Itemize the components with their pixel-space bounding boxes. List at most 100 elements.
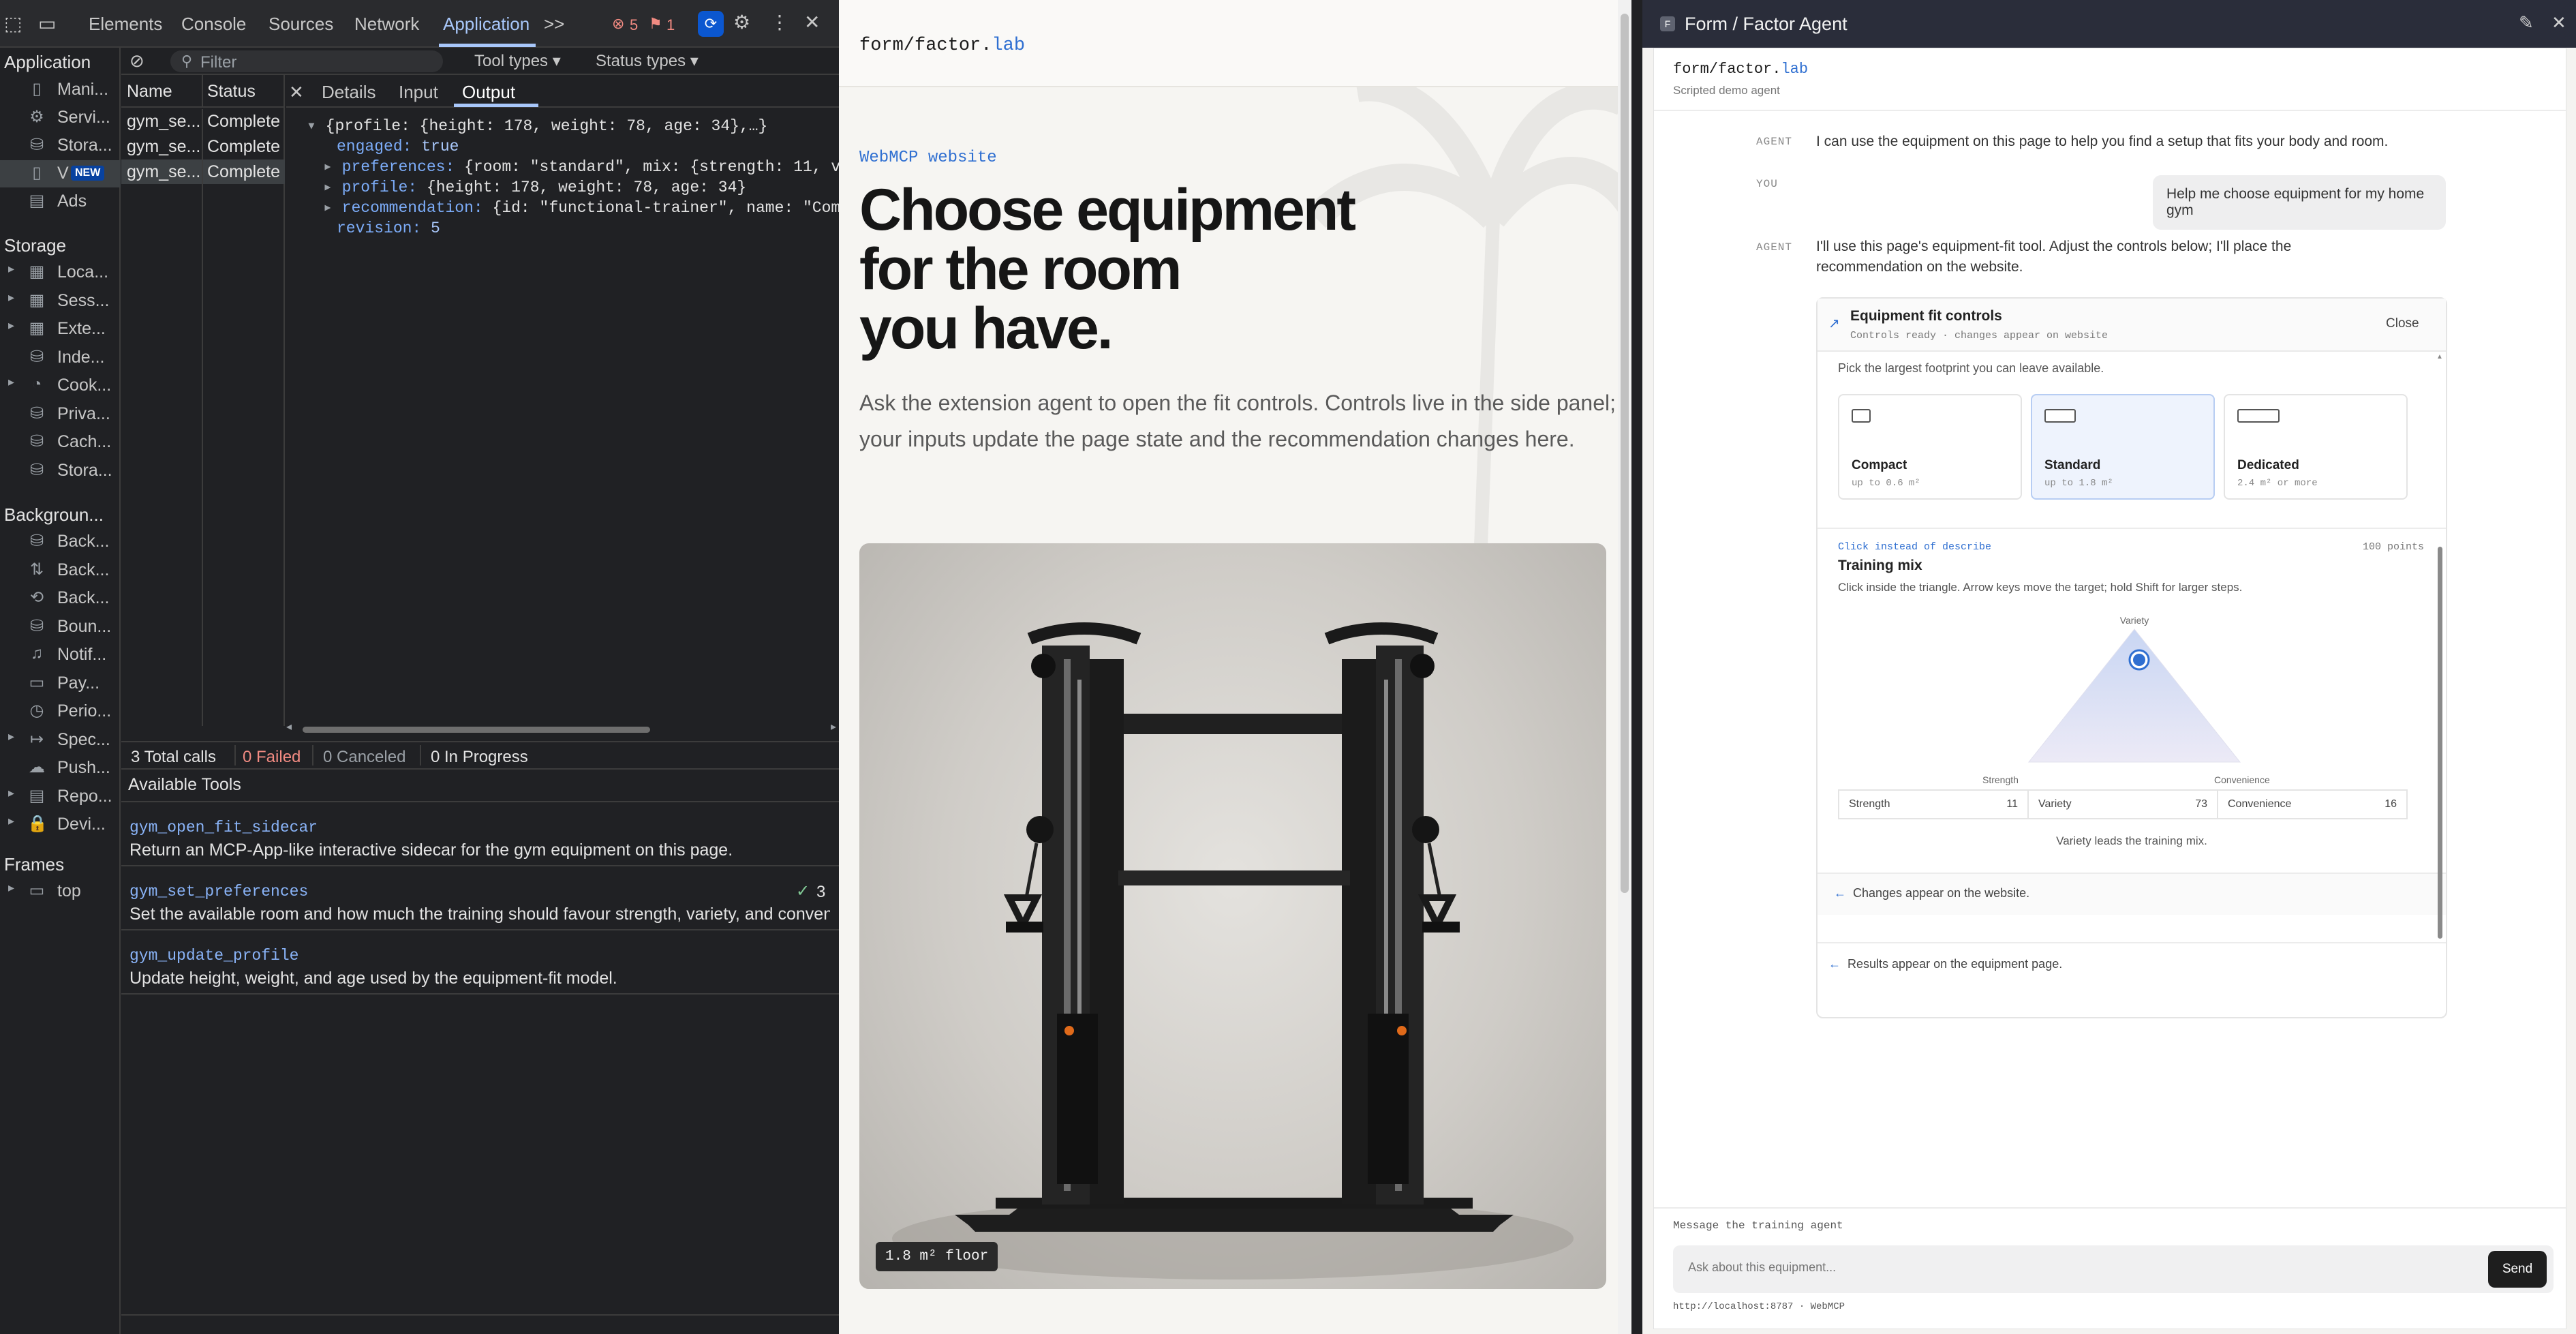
issue-count[interactable]: 1 [666,14,675,37]
sidebar-item-back-forward-cache[interactable]: ⛁ Back... [0,528,121,556]
table-row[interactable]: gym_se... Complete [121,109,285,134]
row-name: gym_se... [127,162,200,181]
sidebar-item-speculative-loads[interactable]: ▸ ↦ Spec... [0,727,121,754]
close-panel-icon[interactable]: ✕ [2551,12,2566,33]
tool-item[interactable]: gym_set_preferences ✓ 3 Set the availabl… [121,868,839,930]
page-scroll-thumb[interactable] [1621,14,1629,893]
tree-recommendation[interactable]: ▸ recommendation: {id: "functional-train… [307,198,906,218]
table-row-selected[interactable]: gym_se... Complete [121,160,285,184]
sidebar-item-session-storage[interactable]: ▸ ▦ Sess... [0,288,121,315]
agent-side-panel: F Form / Factor Agent ✎ ✕ form/factor.la… [1642,0,2576,1334]
inspect-element-icon[interactable]: ⬚ [4,12,22,35]
arrow-left-icon: ← [1834,886,1846,900]
sidebar-item-storage[interactable]: ⛁ Stora... [0,132,121,160]
tree-preferences[interactable]: ▸ preferences: {room: "standard", mix: {… [307,157,906,177]
sidebar-item-manifest[interactable]: ▯ Mani... [0,76,121,104]
expand-arrow-icon[interactable]: ▸ [8,290,14,305]
expand-arrow-icon[interactable]: ▸ [8,375,14,389]
send-button[interactable]: Send [2488,1251,2547,1288]
unpin-icon[interactable]: ✎ [2519,12,2534,33]
tab-details[interactable]: Details [322,80,375,104]
sidebar-item-bounce-tracking[interactable]: ⛁ Boun... [0,613,121,641]
sidebar-item-storage-buckets[interactable]: ⛁ Stora... [0,457,121,485]
settings-gear-icon[interactable]: ⚙ [733,11,750,34]
output-hscrollbar[interactable]: ◂ ▸ [286,721,839,735]
controls-scroll-thumb[interactable] [2438,547,2442,939]
message-input[interactable]: Ask about this equipment... Send [1673,1245,2554,1293]
error-icon[interactable]: ⊗ [612,12,624,35]
tab-elements[interactable]: Elements [89,12,162,35]
page-scrollbar[interactable] [1618,0,1631,1334]
expand-arrow-icon[interactable]: ▸ [8,318,14,333]
table-row[interactable]: gym_se... Complete [121,134,285,159]
sidebar-item-service-workers[interactable]: ⚙ Servi... [0,104,121,132]
tab-console[interactable]: Console [181,12,246,35]
expand-arrow-icon[interactable]: ▸ [8,729,14,744]
database-icon: ⛁ [29,347,44,366]
sidebar-item-payment-handler[interactable]: ▭ Pay... [0,670,121,697]
sidebar-item-cookies[interactable]: ▸ ◔ Cook... [0,372,121,399]
more-options-icon[interactable]: ⋮ [770,11,789,34]
more-tabs-button[interactable]: >> [544,12,564,35]
expand-arrow-icon[interactable]: ▸ [8,786,14,800]
sidebar-heading-storage: Storage [4,235,67,256]
training-mix-triangle[interactable] [2022,626,2247,769]
tool-name: gym_update_profile [129,947,299,965]
floor-size-badge: 1.8 m² floor [876,1242,998,1271]
sidebar-item-indexeddb[interactable]: ⛁ Inde... [0,344,121,372]
sidebar-item-background-fetch[interactable]: ⇅ Back... [0,557,121,584]
column-header-status[interactable]: Status [207,82,256,102]
site-logo[interactable]: form/factor.lab [859,35,1025,56]
close-controls-button[interactable]: Close [2386,316,2419,331]
tab-output[interactable]: Output [462,80,515,104]
issue-icon[interactable]: ⚑ [649,12,662,35]
footprint-option-standard[interactable]: Standard up to 1.8 m² [2031,394,2215,500]
sidebar-item-notifications[interactable]: ♫ Notif... [0,641,121,669]
tool-item[interactable]: gym_open_fit_sidecar Return an MCP-App-l… [121,802,839,866]
tool-name: gym_open_fit_sidecar [129,819,318,836]
sidebar-item-local-storage[interactable]: ▸ ▦ Loca... [0,259,121,286]
tab-sources[interactable]: Sources [269,12,333,35]
tab-application[interactable]: Application [443,12,530,35]
footprint-option-compact[interactable]: Compact up to 0.6 m² [1838,394,2022,500]
close-devtools-icon[interactable]: ✕ [804,11,820,34]
controls-scrollbar[interactable]: ▲ [2435,353,2444,942]
tree-profile[interactable]: ▸ profile: {height: 178, weight: 78, age… [307,177,906,198]
sidebar-item-reporting-api[interactable]: ▸ ▤ Repo... [0,783,121,810]
document-icon: ▯ [32,80,42,98]
expand-arrow-icon[interactable]: ▸ [8,814,14,828]
sidebar-item-device-bound-sessions[interactable]: ▸ 🔒 Devi... [0,811,121,838]
tab-network[interactable]: Network [354,12,419,35]
sidebar-item-cache-storage[interactable]: ⛁ Cach... [0,429,121,456]
controls-scroll-area: Pick the largest footprint you can leave… [1818,353,2446,942]
expand-arrow-icon[interactable]: ▸ [8,881,14,895]
scroll-thumb[interactable] [303,727,650,733]
mix-hint: Click inside the triangle. Arrow keys mo… [1838,581,2243,594]
column-header-name[interactable]: Name [127,82,172,102]
tab-input[interactable]: Input [399,80,438,104]
tree-root[interactable]: ▾ {profile: {height: 178, weight: 78, ag… [307,116,906,136]
agent-message: I can use the equipment on this page to … [1816,134,2389,149]
footprint-hint: Pick the largest footprint you can leave… [1838,361,2104,375]
sidebar-item-extension-storage[interactable]: ▸ ▦ Exte... [0,316,121,343]
panel-divider[interactable] [1631,0,1642,1334]
extension-icon[interactable]: ⟳ [698,11,724,37]
sidebar-item-webmcp[interactable]: ▯ V NEW [0,160,121,187]
status-types-dropdown[interactable]: Status types ▾ [596,51,699,71]
filter-input[interactable]: ⚲ Filter [170,50,443,72]
device-toolbar-icon[interactable]: ▭ [38,12,56,35]
footprint-option-dedicated[interactable]: Dedicated 2.4 m² or more [2224,394,2408,500]
sidebar-item-private-state[interactable]: ⛁ Priva... [0,401,121,428]
sidebar-item-ads[interactable]: ▤ Ads [0,188,121,215]
tool-item[interactable]: gym_update_profile Update height, weight… [121,932,839,995]
tool-types-dropdown[interactable]: Tool types ▾ [474,51,561,71]
sidebar-item-frame-top[interactable]: ▸ ▭ top [0,878,121,905]
sidebar-item-periodic-sync[interactable]: ◷ Perio... [0,698,121,725]
sidebar-item-background-sync[interactable]: ⟲ Back... [0,585,121,612]
expand-arrow-icon[interactable]: ▸ [8,262,14,276]
calls-table: Name Status gym_se... Complete gym_se...… [121,75,285,726]
sidebar-item-push-messaging[interactable]: ☁ Push... [0,755,121,782]
error-count[interactable]: 5 [630,14,638,37]
clear-icon[interactable]: ⊘ [129,49,144,72]
close-detail-icon[interactable]: ✕ [289,80,304,104]
